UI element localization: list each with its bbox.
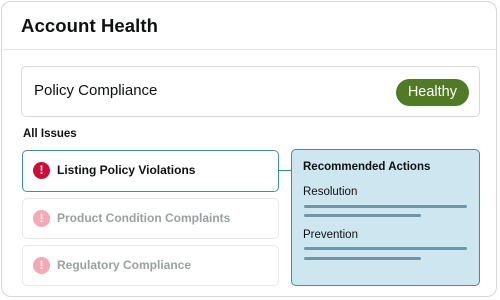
policy-compliance-card[interactable]: Policy Compliance Healthy xyxy=(21,66,480,117)
resolution-text-placeholder-line xyxy=(304,214,421,217)
selection-connector xyxy=(278,170,292,171)
resolution-heading: Resolution xyxy=(303,186,358,198)
recommended-actions-title: Recommended Actions xyxy=(303,161,431,173)
issue-product-condition-complaints[interactable]: ! Product Condition Complaints xyxy=(22,198,279,239)
prevention-text-placeholder-line xyxy=(304,247,467,250)
prevention-heading: Prevention xyxy=(303,229,358,241)
alert-icon: ! xyxy=(33,162,50,179)
alert-icon: ! xyxy=(33,210,50,227)
alert-icon: ! xyxy=(33,257,50,274)
issue-label: Regulatory Compliance xyxy=(57,258,192,272)
all-issues-heading: All Issues xyxy=(23,128,77,140)
resolution-text-placeholder-line xyxy=(304,205,467,208)
prevention-text-placeholder-line xyxy=(304,257,421,260)
page-title: Account Health xyxy=(21,15,159,36)
issue-regulatory-compliance[interactable]: ! Regulatory Compliance xyxy=(22,245,279,286)
status-badge: Healthy xyxy=(395,79,469,106)
account-health-card: Account Health Policy Compliance Healthy… xyxy=(1,1,497,297)
issue-listing-policy-violations[interactable]: ! Listing Policy Violations xyxy=(22,150,279,192)
issue-label: Listing Policy Violations xyxy=(57,163,196,177)
issue-label: Product Condition Complaints xyxy=(57,211,231,225)
policy-compliance-label: Policy Compliance xyxy=(34,82,158,99)
card-header: Account Health xyxy=(2,2,496,50)
recommended-actions-panel: Recommended Actions Resolution Preventio… xyxy=(291,149,480,286)
